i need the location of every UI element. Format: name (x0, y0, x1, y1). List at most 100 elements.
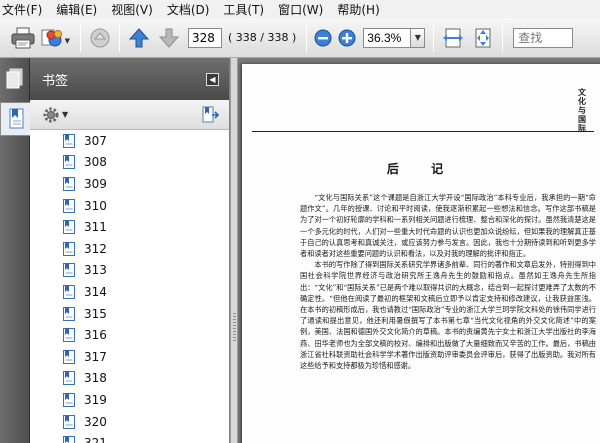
chevron-down-icon: ▼ (414, 33, 421, 42)
pages-tab[interactable] (0, 62, 30, 96)
zoom-out-icon (314, 29, 332, 46)
running-head-rule (252, 131, 594, 132)
bookmark-item[interactable]: 307 (30, 130, 230, 152)
bookmarks-tab[interactable] (0, 102, 30, 136)
bookmark-item[interactable]: 316 (30, 324, 230, 346)
hand-icon (90, 28, 110, 47)
document-area[interactable]: 文化与国际 后 记 “文化与国际关系”这个课题是自浙江大学开设“国际政治”本科专… (238, 58, 600, 443)
bookmark-label: 315 (84, 306, 107, 321)
expand-bookmark-icon (202, 106, 219, 123)
toolbar-separator (433, 23, 435, 52)
menu-help[interactable]: 帮助(H) (337, 1, 379, 18)
printer-icon (11, 27, 35, 48)
menu-tools[interactable]: 工具(T) (223, 1, 264, 18)
search-input[interactable] (513, 27, 574, 48)
share-icon (41, 29, 62, 46)
page-count: ( 338 / 338 ) (228, 31, 297, 44)
zoom-in-icon (338, 29, 356, 46)
chevron-down-icon: ▼ (62, 110, 69, 119)
fit-page-icon (475, 28, 491, 47)
bookmark-label: 314 (84, 284, 107, 299)
print-button[interactable] (8, 23, 38, 53)
menu-document[interactable]: 文档(D) (167, 1, 210, 18)
toolbar-separator (306, 23, 308, 52)
collapse-panel-button[interactable]: ◀ (206, 73, 219, 86)
bookmark-icon (63, 176, 75, 191)
bookmark-icon (63, 133, 75, 148)
running-head-mark: 文化与国际 (578, 88, 586, 133)
toolbar: ▼ ( 338 / 338 ) ▼ (0, 18, 600, 58)
zoom-out-button[interactable] (311, 23, 335, 53)
panel-toolbar: ▼ (30, 100, 229, 130)
sync-button[interactable] (85, 23, 115, 53)
zoom-dropdown-button[interactable]: ▼ (411, 27, 426, 48)
expand-bookmark-button[interactable] (199, 104, 221, 126)
chevron-left-icon: ◀ (209, 75, 216, 84)
document-body: “文化与国际关系”这个课题是自浙江大学开设“国际政治”本科专业后，我承担的一期“… (300, 192, 596, 371)
previous-page-button[interactable] (124, 23, 154, 53)
next-page-button[interactable] (154, 23, 184, 53)
bookmark-icon (63, 328, 75, 343)
bookmark-label: 316 (84, 328, 107, 343)
bookmark-label: 317 (84, 349, 107, 364)
bookmark-item[interactable]: 317 (30, 346, 230, 368)
bookmark-label: 312 (84, 241, 107, 256)
panel-header: 书签 ◀ (30, 58, 229, 100)
bookmark-item[interactable]: 315 (30, 303, 230, 325)
splitter-grip[interactable] (233, 313, 236, 343)
panel-splitter[interactable] (230, 58, 238, 443)
document-page: 文化与国际 后 记 “文化与国际关系”这个课题是自浙江大学开设“国际政治”本科专… (242, 64, 600, 443)
bookmark-item[interactable]: 308 (30, 152, 230, 174)
bookmark-icon (63, 306, 75, 321)
toolbar-separator (80, 23, 81, 52)
bookmark-item[interactable]: 310 (30, 195, 230, 217)
panel-title: 书签 (42, 73, 69, 89)
bookmark-item[interactable]: 311 (30, 216, 230, 238)
bookmark-icon (63, 349, 75, 364)
toolbar-separator (502, 23, 504, 52)
bookmark-icon (63, 436, 75, 443)
bookmark-label: 307 (84, 133, 107, 148)
bookmark-panel-icon (9, 108, 23, 129)
pages-icon (6, 68, 23, 89)
page-number-input[interactable] (188, 27, 222, 48)
fit-width-button[interactable] (438, 23, 468, 53)
bookmark-item[interactable]: 313 (30, 260, 230, 282)
bookmark-list: 307 308 309 310 311 312 313 314 315 316 317 318 319 3… (30, 130, 230, 443)
bookmark-item[interactable]: 321 (30, 432, 230, 443)
options-button[interactable]: ▼ (42, 106, 68, 124)
bookmark-icon (63, 155, 75, 170)
bookmark-icon (63, 263, 75, 278)
bookmark-item[interactable]: 312 (30, 238, 230, 260)
share-button[interactable]: ▼ (38, 23, 70, 53)
bookmark-label: 310 (84, 198, 107, 213)
bookmark-label: 309 (84, 176, 107, 191)
zoom-input[interactable] (363, 27, 412, 48)
menu-edit[interactable]: 编辑(E) (56, 1, 97, 18)
bookmark-item[interactable]: 320 (30, 411, 230, 433)
bookmark-icon (63, 198, 75, 213)
bookmark-icon (63, 371, 75, 386)
document-heading: 后 记 (386, 162, 458, 176)
bookmark-icon (63, 241, 75, 256)
bookmark-item[interactable]: 318 (30, 368, 230, 390)
bookmark-label: 308 (84, 155, 107, 170)
fit-width-icon (443, 28, 464, 47)
arrow-up-icon (128, 27, 150, 47)
share-dropdown-icon: ▼ (64, 36, 70, 45)
fit-page-button[interactable] (468, 23, 498, 53)
menu-window[interactable]: 窗口(W) (278, 1, 323, 18)
bookmark-item[interactable]: 309 (30, 173, 230, 195)
bookmark-item[interactable]: 319 (30, 389, 230, 411)
bookmark-label: 311 (84, 220, 107, 235)
bookmark-icon (63, 414, 75, 429)
bookmark-label: 320 (84, 414, 107, 429)
menu-file[interactable]: 文件(F) (2, 1, 42, 18)
bookmark-icon (63, 284, 75, 299)
zoom-in-button[interactable] (335, 23, 359, 53)
bookmark-label: 313 (84, 263, 107, 278)
bookmark-item[interactable]: 314 (30, 281, 230, 303)
menu-view[interactable]: 视图(V) (111, 1, 153, 18)
gear-icon (43, 107, 59, 122)
body-paragraph: 本书的写作除了得到国际关系研究学界诸多前辈、同行的著作和文章启发外，特别得到中国… (300, 260, 596, 371)
